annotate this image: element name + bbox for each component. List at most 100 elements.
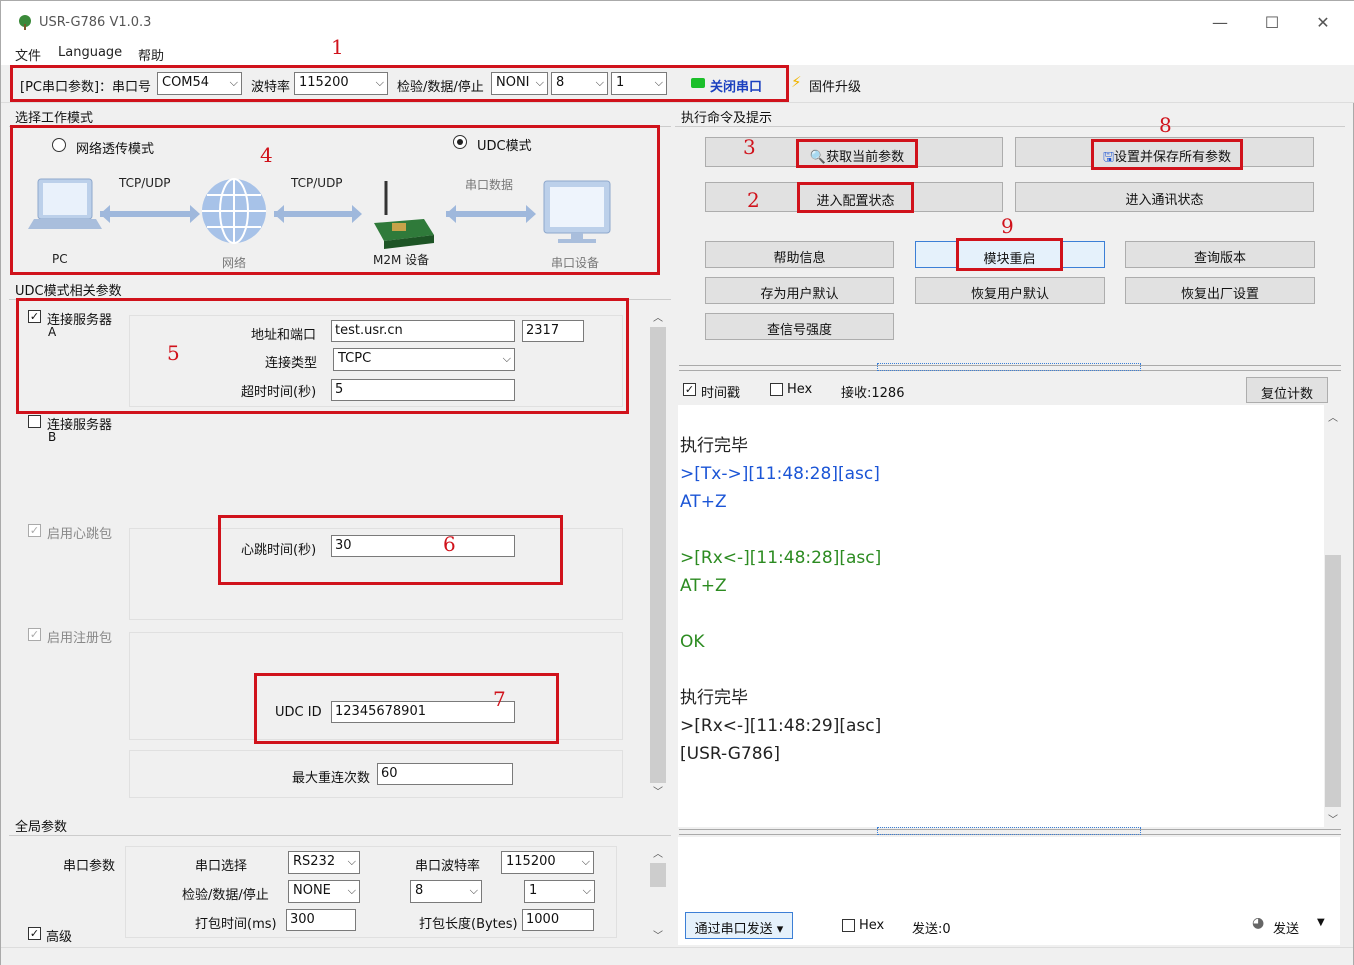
- minimize-icon[interactable]: —: [1205, 11, 1235, 35]
- send-options-arrow-icon[interactable]: ▼: [1317, 917, 1325, 928]
- scroll-down-icon[interactable]: ﹀: [1328, 811, 1338, 826]
- annotation-7: 7: [493, 687, 506, 711]
- heartbeat-checkbox[interactable]: ✓: [28, 524, 41, 537]
- module-reboot-button[interactable]: 模块重启: [956, 238, 1063, 271]
- data-bits-select[interactable]: 8 ⌵: [551, 72, 608, 95]
- scroll-up-icon[interactable]: ︿: [653, 845, 663, 860]
- scroll-up-icon[interactable]: ︿: [1328, 409, 1338, 424]
- pc-port-label: [PC串口参数]：串口号: [20, 80, 152, 95]
- radio-transparent[interactable]: [52, 138, 66, 152]
- udc-params-scrollbar[interactable]: ︿ ﹀: [649, 305, 667, 799]
- port-status-icon: [691, 78, 705, 88]
- scroll-thumb[interactable]: [650, 327, 666, 783]
- menu-language[interactable]: Language: [58, 45, 122, 60]
- help-info-button[interactable]: 帮助信息: [705, 241, 894, 268]
- send-input[interactable]: [678, 837, 1340, 907]
- pack-length-input[interactable]: 1000: [522, 909, 594, 931]
- scroll-thumb[interactable]: [1325, 555, 1341, 807]
- log-line: >[Tx->][11:48:28][asc]: [680, 464, 880, 484]
- close-icon[interactable]: ✕: [1308, 11, 1338, 35]
- save-user-default-button[interactable]: 存为用户默认: [705, 277, 894, 304]
- query-version-button[interactable]: 查询版本: [1125, 241, 1315, 268]
- diagram-serial-device-label: 串口设备: [551, 256, 600, 270]
- port-select[interactable]: COM54 ⌵: [157, 72, 242, 95]
- serial-select[interactable]: RS232 ⌵: [288, 851, 360, 874]
- splitter-handle-bottom[interactable]: [877, 827, 1141, 835]
- reconnect-panel: [129, 750, 623, 798]
- server-b-sub: B: [48, 430, 57, 444]
- global-stop-bits-select[interactable]: 1 ⌵: [524, 880, 595, 903]
- restore-user-default-button[interactable]: 恢复用户默认: [915, 277, 1105, 304]
- scroll-up-icon[interactable]: ︿: [653, 309, 663, 324]
- log-line: OK: [680, 632, 705, 652]
- menu-help[interactable]: 帮助: [138, 45, 164, 64]
- chevron-down-icon: ⌵: [347, 884, 356, 897]
- baud-select[interactable]: 115200 ⌵: [294, 72, 388, 95]
- max-reconnect-label: 最大重连次数: [292, 771, 371, 786]
- log-line: AT+Z: [680, 576, 727, 596]
- hex-receive-checkbox[interactable]: [770, 383, 783, 396]
- splitter-handle-top[interactable]: [877, 363, 1141, 371]
- factory-reset-button[interactable]: 恢复出厂设置: [1125, 277, 1315, 304]
- scroll-down-icon[interactable]: ﹀: [653, 783, 663, 798]
- annotation-3: 3: [743, 135, 756, 159]
- register-enable-label: 启用注册包: [47, 631, 113, 646]
- annotation-5: 5: [167, 341, 180, 365]
- save-all-button[interactable]: 🖫设置并保存所有参数: [1091, 139, 1243, 170]
- chevron-down-icon: ⌵: [582, 884, 591, 897]
- server-a-sub: A: [48, 325, 57, 339]
- global-params-scrollbar[interactable]: ︿ ﹀: [649, 843, 667, 943]
- reset-count-button[interactable]: 复位计数: [1246, 377, 1328, 403]
- server-port-input[interactable]: 2317: [522, 320, 584, 342]
- signal-strength-button[interactable]: 查信号强度: [705, 313, 894, 340]
- global-data-bits-select[interactable]: 8 ⌵: [410, 880, 482, 903]
- server-a-checkbox[interactable]: ✓: [28, 310, 41, 323]
- parity-select[interactable]: NONI ⌵: [491, 72, 548, 95]
- work-mode-header: 选择工作模式: [9, 105, 671, 127]
- timestamp-checkbox[interactable]: ✓: [683, 383, 696, 396]
- enter-comm-button[interactable]: 进入通讯状态: [1015, 182, 1314, 212]
- server-b-checkbox[interactable]: [28, 415, 41, 428]
- chevron-down-icon: ⌵: [347, 855, 356, 868]
- heartbeat-label: 心跳时间(秒): [241, 543, 317, 558]
- log-line: >[Rx<-][11:48:29][asc]: [680, 716, 882, 736]
- annotation-2: 2: [747, 188, 760, 212]
- close-port-button[interactable]: 关闭串口: [710, 76, 762, 95]
- log-line: >[Rx<-][11:48:28][asc]: [680, 548, 882, 568]
- maximize-icon[interactable]: ☐: [1257, 11, 1287, 35]
- hex-send-checkbox[interactable]: [842, 919, 855, 932]
- global-params-header: 全局参数: [9, 814, 671, 836]
- timeout-input[interactable]: 5: [331, 379, 515, 401]
- scroll-down-icon[interactable]: ﹀: [653, 927, 663, 942]
- udc-id-input[interactable]: 12345678901: [331, 701, 515, 723]
- register-checkbox[interactable]: ✓: [28, 628, 41, 641]
- log-line: [USR-G786]: [680, 744, 780, 764]
- stop-bits-select[interactable]: 1 ⌵: [611, 72, 667, 95]
- global-parity-select[interactable]: NONE ⌵: [288, 880, 360, 903]
- conn-type-select[interactable]: TCPC ⌵: [333, 348, 515, 371]
- firmware-upgrade-button[interactable]: 固件升级: [809, 76, 861, 95]
- pack-time-input[interactable]: 300: [286, 909, 356, 931]
- send-via-serial-dropdown[interactable]: 通过串口发送 ▾: [685, 912, 793, 939]
- log-scrollbar[interactable]: ︿ ﹀: [1324, 405, 1342, 827]
- server-address-input[interactable]: test.usr.cn: [331, 320, 515, 342]
- chevron-down-icon: ⌵: [654, 76, 663, 89]
- send-button[interactable]: 发送: [1273, 918, 1299, 937]
- max-reconnect-input[interactable]: 60: [377, 763, 513, 785]
- receive-log[interactable]: 执行完毕 >[Tx->][11:48:28][asc] AT+Z >[Rx<-][11…: [678, 405, 1324, 827]
- chevron-down-icon: ⌵: [581, 855, 590, 868]
- sent-count: 发送:0: [912, 922, 951, 937]
- enter-config-button[interactable]: 进入配置状态: [797, 182, 914, 213]
- serial-baud-select[interactable]: 115200 ⌵: [501, 851, 594, 874]
- scroll-thumb[interactable]: [650, 863, 666, 887]
- menu-file[interactable]: 文件: [15, 45, 41, 64]
- serial-select-label: 串口选择: [195, 859, 248, 874]
- heartbeat-input[interactable]: 30: [331, 535, 515, 557]
- pack-length-label: 打包长度(Bytes): [419, 917, 518, 932]
- annotation-9: 9: [1001, 214, 1014, 238]
- advanced-checkbox[interactable]: ✓: [28, 927, 41, 940]
- get-params-button[interactable]: 🔍获取当前参数: [796, 139, 918, 168]
- radio-udc[interactable]: [453, 135, 467, 149]
